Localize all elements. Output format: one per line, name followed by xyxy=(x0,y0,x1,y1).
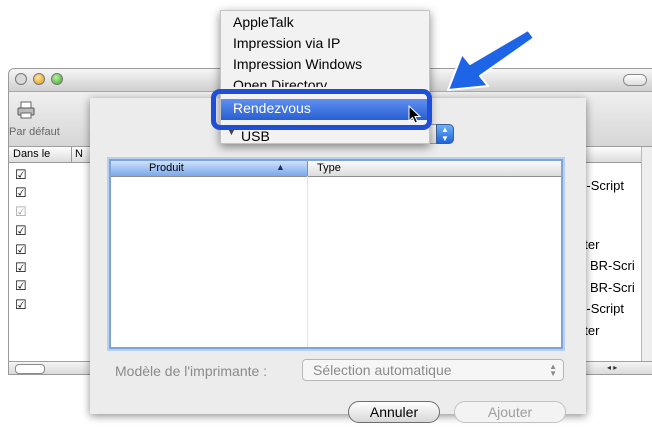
cancel-button[interactable]: Annuler xyxy=(348,401,440,423)
menu-item-appletalk[interactable]: AppleTalk xyxy=(221,13,429,34)
cursor-icon xyxy=(408,105,422,124)
menu-item-label: Open Directory xyxy=(233,77,328,87)
popup-arrows-icon[interactable]: ▲ ▼ xyxy=(436,124,454,144)
scroll-thumb[interactable] xyxy=(15,364,45,374)
printer-model-value: Sélection automatique xyxy=(313,362,452,378)
printer-icon[interactable] xyxy=(17,101,35,119)
make-default-label[interactable]: Par défaut xyxy=(9,126,60,138)
column-in-menu[interactable]: Dans le xyxy=(13,148,50,160)
in-menu-checkbox[interactable]: ☑ xyxy=(15,297,27,313)
in-menu-checkbox[interactable]: ☑ xyxy=(15,223,27,239)
column-divider xyxy=(307,176,308,347)
in-menu-checkbox[interactable]: ☑ xyxy=(15,185,27,201)
toolbar-toggle-button[interactable] xyxy=(623,74,647,86)
in-menu-checkbox[interactable]: ☑ xyxy=(15,167,27,183)
add-button[interactable]: Ajouter xyxy=(454,401,566,423)
in-menu-checkbox[interactable]: ☑ xyxy=(15,260,27,276)
close-window-button[interactable] xyxy=(15,73,27,85)
menu-item-impression-ip[interactable]: Impression via IP xyxy=(221,34,429,55)
menu-item-impression-windows[interactable]: Impression Windows xyxy=(221,55,429,76)
vertical-scrollbar[interactable] xyxy=(641,147,652,361)
menu-item-open-directory[interactable]: Open Directory xyxy=(221,76,429,87)
menu-item-label: Impression Windows xyxy=(233,56,363,72)
highlight-frame xyxy=(211,89,432,130)
printer-model-select[interactable]: Sélection automatique ▲ ▼ xyxy=(302,359,564,381)
in-menu-checkbox[interactable]: ☑ xyxy=(15,278,27,294)
printer-model-label: Modèle de l'imprimante : xyxy=(115,363,268,379)
menu-item-label: Impression via IP xyxy=(233,35,341,51)
add-printer-sheet: ▲ ▼ Produit ▲ Type Modèle de l'imprimante… xyxy=(90,98,586,423)
in-menu-checkbox[interactable]: ☑ xyxy=(15,242,27,258)
column-type[interactable]: Type xyxy=(317,162,341,174)
select-arrows-icon: ▲ ▼ xyxy=(549,362,557,378)
browser-header: Produit ▲ Type xyxy=(111,161,561,177)
minimize-window-button[interactable] xyxy=(33,73,45,85)
column-divider xyxy=(71,147,72,162)
pointer-arrow-icon xyxy=(447,29,535,91)
column-produit-label: Produit xyxy=(149,162,184,174)
menu-item-label: AppleTalk xyxy=(233,14,294,30)
menu-item-label: USB xyxy=(241,128,270,143)
column-name[interactable]: N xyxy=(75,148,83,160)
in-menu-checkbox[interactable]: ☑ xyxy=(15,204,27,220)
scroll-arrows-icon[interactable]: ◂ ▸ xyxy=(607,363,617,372)
column-produit[interactable]: Produit ▲ xyxy=(111,161,308,176)
sort-ascending-icon: ▲ xyxy=(276,162,285,172)
printer-browser-list[interactable]: Produit ▲ Type xyxy=(109,159,563,349)
zoom-window-button[interactable] xyxy=(51,73,63,85)
